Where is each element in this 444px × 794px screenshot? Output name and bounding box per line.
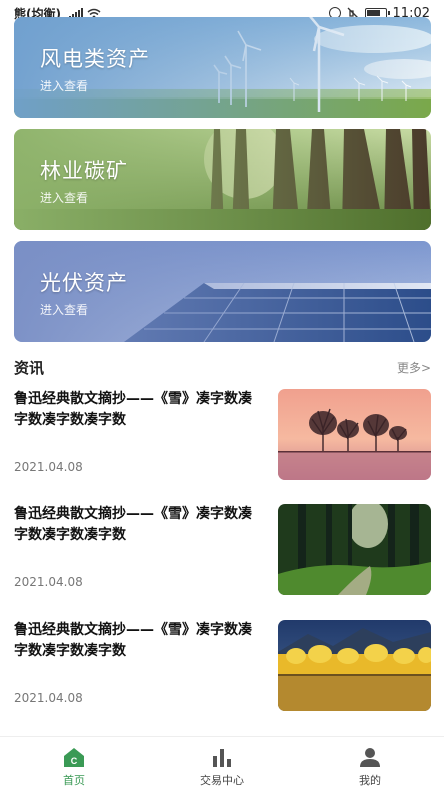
news-title: 鲁迅经典散文摘抄——《雪》凑字数凑字数凑字数凑字数 — [14, 391, 252, 428]
news-list-item[interactable]: 鲁迅经典散文摘抄——《雪》凑字数凑字数凑字数凑字数 2021.04.08 — [14, 504, 431, 598]
banner-subtitle: 进入查看 — [40, 79, 89, 93]
tab-trading-center[interactable]: 交易中心 — [148, 737, 296, 794]
banner-title: 风电类资产 — [40, 47, 150, 71]
banner-title: 光伏资产 — [40, 271, 128, 295]
news-title: 鲁迅经典散文摘抄——《雪》凑字数凑字数凑字数凑字数 — [14, 622, 252, 659]
bottom-tab-bar: C 首页 交易中心 我的 — [0, 736, 444, 794]
tab-label: 我的 — [359, 774, 381, 787]
tab-mine[interactable]: 我的 — [296, 737, 444, 794]
news-list-item[interactable]: 鲁迅经典散文摘抄——《雪》凑字数凑字数凑字数凑字数 2021.04.08 — [14, 389, 431, 483]
news-thumbnail — [278, 620, 431, 711]
tab-home[interactable]: C 首页 — [0, 737, 148, 794]
forest-path-image — [278, 504, 431, 595]
news-title: 鲁迅经典散文摘抄——《雪》凑字数凑字数凑字数凑字数 — [14, 506, 252, 543]
news-section-title: 资讯 — [14, 358, 45, 377]
svg-text:C: C — [71, 756, 78, 766]
news-more-link[interactable]: 更多> — [397, 359, 431, 376]
banner-wind-assets[interactable]: 风电类资产 进入查看 — [14, 17, 431, 118]
news-list-item[interactable]: 鲁迅经典散文摘抄——《雪》凑字数凑字数凑字数凑字数 2021.04.08 — [14, 620, 431, 714]
banner-title: 林业碳矿 — [40, 159, 128, 183]
news-thumbnail — [278, 504, 431, 595]
news-date: 2021.04.08 — [14, 460, 83, 474]
sunset-trees-image — [278, 389, 431, 480]
tab-label: 首页 — [63, 774, 85, 787]
bar-chart-icon — [213, 749, 231, 767]
news-section-header: 资讯 更多> — [14, 356, 431, 378]
user-icon — [360, 748, 380, 767]
banner-photovoltaic-assets[interactable]: 光伏资产 进入查看 — [14, 241, 431, 342]
banner-forestry-carbon[interactable]: 林业碳矿 进入查看 — [14, 129, 431, 230]
home-icon: C — [64, 748, 84, 767]
news-thumbnail — [278, 389, 431, 480]
banner-subtitle: 进入查看 — [40, 191, 89, 205]
news-date: 2021.04.08 — [14, 575, 83, 589]
banner-subtitle: 进入查看 — [40, 303, 89, 317]
news-date: 2021.04.08 — [14, 691, 83, 705]
autumn-lake-image — [278, 620, 431, 711]
tab-label: 交易中心 — [200, 774, 244, 787]
